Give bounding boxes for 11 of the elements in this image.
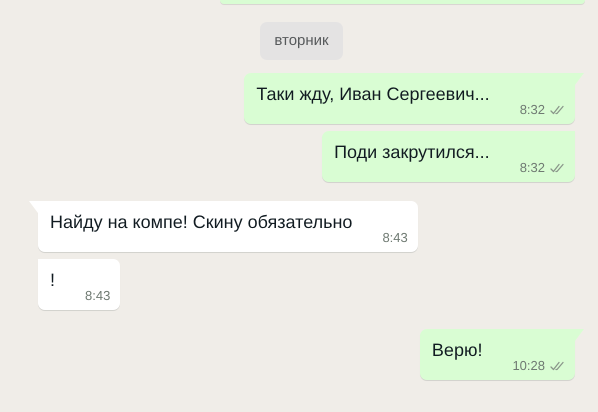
message-text: Таки жду, Иван Сергеевич... (256, 83, 490, 106)
message-time: 8:32 (520, 102, 545, 117)
date-chip: вторник (260, 22, 343, 60)
message-text: ! (50, 269, 56, 292)
message-time: 8:32 (520, 160, 545, 175)
message-time: 10:28 (512, 358, 545, 373)
message-time: 8:43 (85, 288, 110, 303)
message-text: Верю! (432, 339, 482, 362)
message-time: 8:43 (382, 230, 408, 245)
message-text: Поди закрутился... (334, 141, 490, 164)
message-text: Найду на компе! Скину обязательно (50, 211, 352, 234)
